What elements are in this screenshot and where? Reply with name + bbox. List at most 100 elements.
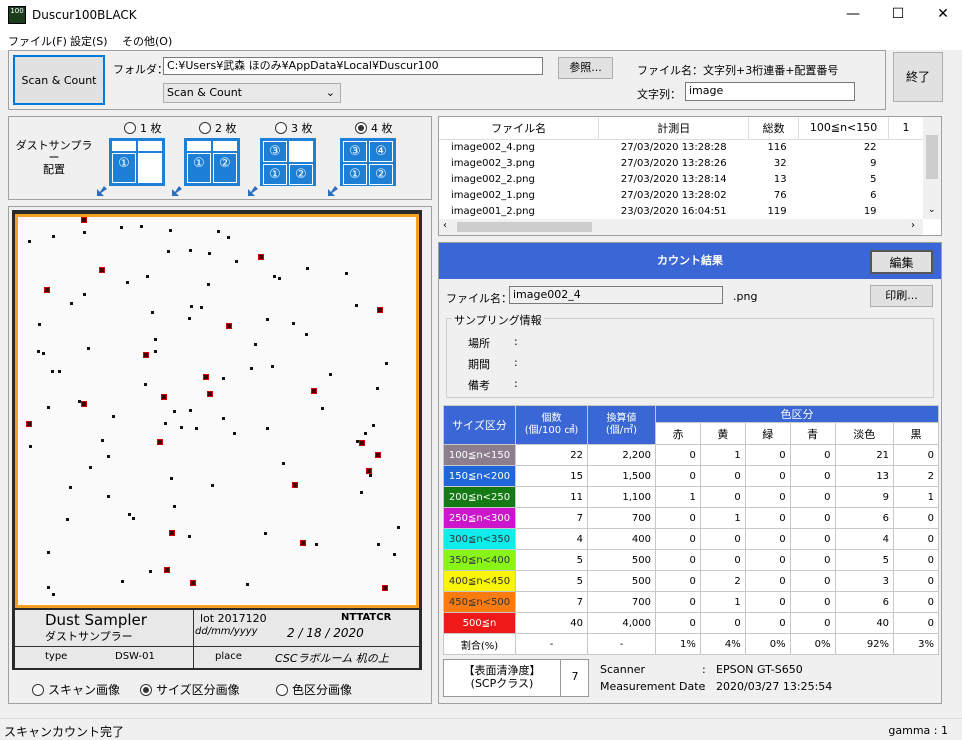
exit-button[interactable]: 終了 (893, 52, 943, 102)
dust-particle (377, 543, 380, 546)
scan-count-button[interactable]: Scan & Count (13, 55, 105, 105)
layout-option-1[interactable]: 1 枚 (124, 120, 162, 136)
color-count-cell: 9 (834, 486, 895, 508)
radio-button[interactable] (355, 122, 367, 134)
edit-button[interactable]: 編集 (870, 250, 933, 274)
layout-option-2[interactable]: 2 枚 (199, 120, 237, 136)
view-option-2[interactable]: サイズ区分画像 (140, 681, 240, 698)
table-row[interactable]: image002_2.png 27/03/2020 13:28:14 13 5 (439, 171, 924, 187)
table-row[interactable]: image002_1.png 27/03/2020 13:28:02 76 6 (439, 187, 924, 203)
sampler-layout-label: ダストサンプラー 配置 (14, 140, 94, 176)
view-option-3[interactable]: 色区分画像 (276, 681, 352, 698)
file-list-panel: ファイル名 計測日 総数 100≦n<150 1 image002_4.png 27/03… (438, 116, 942, 236)
dust-particle (167, 250, 170, 253)
count-cell: 22 (515, 444, 588, 466)
result-filename-input[interactable]: image002_4 (509, 286, 723, 304)
converted-cell: 500 (587, 549, 656, 571)
radio-button[interactable] (124, 122, 136, 134)
menu-settings[interactable]: 設定(S) (70, 33, 108, 49)
result-row: 300≦n<350 4 400 0 0 0 0 4 0 (443, 528, 939, 550)
color-count-cell: 4 (834, 528, 895, 550)
scroll-down-icon[interactable]: ⌄ (928, 205, 936, 215)
sampler-layout-icon-1[interactable]: ① (109, 138, 165, 186)
dust-particle (151, 311, 154, 314)
vertical-scrollbar[interactable]: ⌄ (923, 117, 941, 219)
sampler-layout-icon-4[interactable]: ③④①② (340, 138, 396, 186)
layout-cell: ② (289, 164, 313, 185)
menu-file[interactable]: ファイル(F) (8, 33, 67, 49)
close-button[interactable]: ✕ (920, 0, 962, 30)
column-header-1[interactable]: 計測日 (598, 117, 750, 140)
result-row: 400≦n<450 5 500 0 2 0 0 3 0 (443, 570, 939, 592)
radio-button[interactable] (275, 122, 287, 134)
column-header-3[interactable]: 100≦n<150 (798, 117, 890, 140)
dust-particle (211, 484, 214, 487)
converted-cell: 1,100 (587, 486, 656, 508)
color-count-cell: 3 (834, 570, 895, 592)
color-count-cell: 13 (834, 465, 895, 487)
layout-cell: ② (213, 152, 237, 183)
table-row[interactable]: image001_2.png 23/03/2020 16:04:51 119 19 (439, 203, 924, 219)
table-cell-empty (889, 139, 924, 155)
minimize-button[interactable]: — (830, 0, 876, 30)
browse-button[interactable]: 参照... (558, 57, 613, 79)
dust-particle (157, 439, 163, 445)
column-header-2[interactable]: 総数 (748, 117, 800, 140)
color-header-3: 青 (789, 422, 836, 445)
radio-button[interactable] (276, 683, 288, 696)
print-button[interactable]: 印刷... (870, 285, 933, 307)
place-field-colon: : (514, 335, 518, 348)
color-count-cell: 0 (789, 570, 836, 592)
horizontal-scrollbar[interactable]: ‹ › (439, 219, 923, 235)
h-scrollbar-thumb[interactable] (457, 222, 592, 232)
result-row: 450≦n<500 7 700 0 1 0 0 6 0 (443, 591, 939, 613)
dust-particle (37, 350, 40, 353)
folder-label: フォルダ： (113, 63, 168, 76)
column-header-4[interactable]: 1 (888, 117, 924, 140)
table-cell: image002_2.png (451, 173, 535, 185)
dust-particle (154, 350, 157, 353)
color-group-header: 色区分 (655, 405, 939, 423)
color-header-0: 赤 (655, 422, 701, 445)
folder-path-input[interactable]: C:¥Users¥武森 ほのみ¥AppData¥Local¥Duscur100 (163, 57, 543, 75)
table-cell: image001_2.png (451, 205, 535, 217)
scrollbar-thumb[interactable] (926, 135, 938, 179)
scroll-right-icon[interactable]: › (911, 220, 915, 231)
color-header-2: 緑 (744, 422, 791, 445)
result-filename-label: ファイル名： (446, 292, 512, 305)
table-row[interactable]: image002_4.png 27/03/2020 13:28:28 116 22 (439, 139, 924, 155)
color-count-cell: 0 (789, 528, 836, 550)
view-option-1[interactable]: スキャン画像 (32, 681, 120, 698)
scroll-left-icon[interactable]: ‹ (443, 220, 447, 231)
column-header-0[interactable]: ファイル名 (439, 117, 600, 140)
layout-option-4[interactable]: 4 枚 (355, 120, 393, 136)
layout-option-3[interactable]: 3 枚 (275, 120, 313, 136)
menu-other[interactable]: その他(O) (122, 33, 172, 49)
radio-button[interactable] (199, 122, 211, 134)
dust-particle (364, 432, 367, 435)
string-input[interactable]: image (685, 82, 855, 101)
sampler-layout-icon-2[interactable]: ①② (184, 138, 240, 186)
color-count-cell: 0 (744, 444, 791, 466)
mode-select[interactable]: Scan & Count ⌄ (163, 83, 341, 103)
dust-particle (121, 580, 124, 583)
dust-particle (266, 427, 269, 430)
table-row[interactable]: image002_3.png 27/03/2020 13:28:26 32 9 (439, 155, 924, 171)
dust-particle (222, 377, 225, 380)
converted-cell: 4,000 (587, 612, 656, 634)
dust-particle (29, 445, 32, 448)
count-cell: 40 (515, 612, 588, 634)
maximize-button[interactable]: ☐ (875, 0, 921, 30)
radio-button[interactable] (32, 683, 44, 696)
count-cell: 15 (515, 465, 588, 487)
view-option-label: サイズ区分画像 (156, 683, 240, 697)
dust-particle (208, 252, 211, 255)
dust-particle (120, 226, 123, 229)
radio-button[interactable] (140, 683, 152, 696)
dust-particle (376, 387, 379, 390)
dust-particle (83, 231, 86, 234)
dust-particle (99, 267, 105, 273)
sampler-layout-icon-3[interactable]: ③①② (260, 138, 316, 186)
layout-cell (138, 141, 162, 151)
table-cell: 27/03/2020 13:28:26 (620, 157, 727, 169)
